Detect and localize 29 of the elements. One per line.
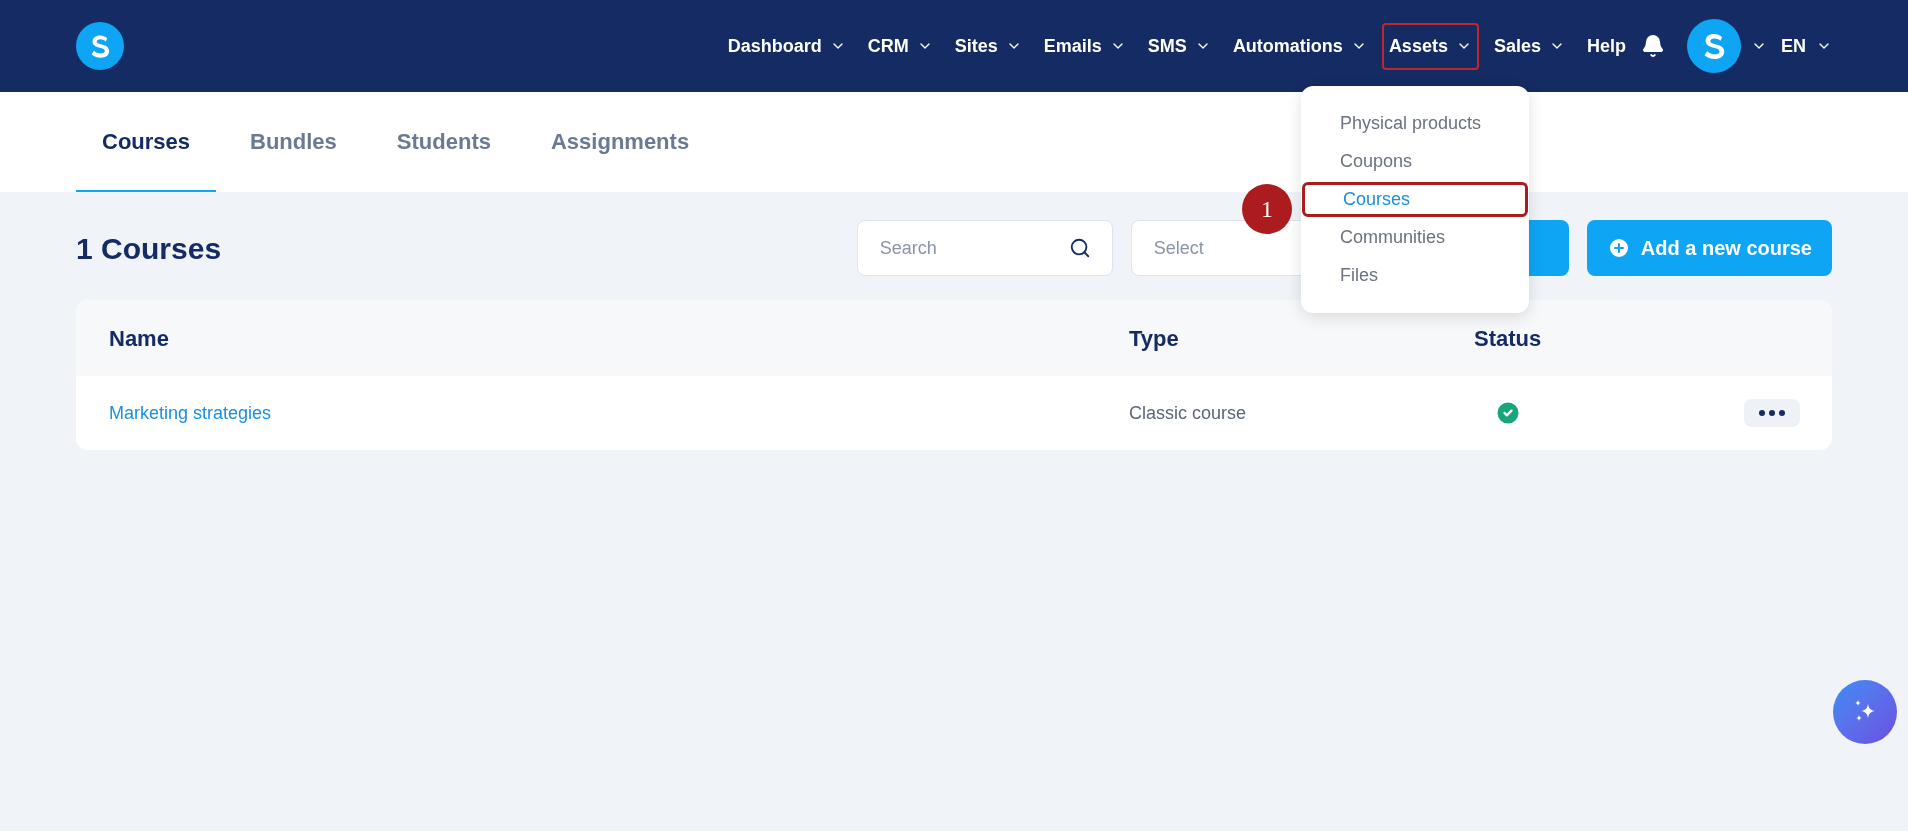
course-link[interactable]: Marketing strategies [109,399,1129,427]
nav-menu-item[interactable]: Assets [1381,22,1479,70]
more-options-button[interactable] [1744,399,1800,427]
nav-menu-item[interactable]: Help [1579,22,1633,70]
tab[interactable]: Courses [76,92,217,192]
nav-menu-item[interactable]: Sales [1486,22,1572,70]
language-selector[interactable]: EN [1781,32,1832,60]
nav-menu-item[interactable]: Automations [1225,22,1374,70]
dropdown-item[interactable]: Coupons [1302,144,1528,179]
page-heading: 1 Courses [76,230,222,267]
tab[interactable]: Assignments [524,92,716,192]
search-field[interactable]: Search [856,220,1113,276]
tab[interactable]: Bundles [224,92,363,192]
nav-menu-item[interactable]: Emails [1036,22,1133,70]
dropdown-item[interactable]: Courses [1302,182,1528,217]
column-header: Type [1129,324,1180,353]
table-cell-text: Classic course [1129,401,1248,425]
nav-menu-item[interactable]: Sites [947,22,1029,70]
column-header: Status [1474,324,1543,353]
nav-menu-item[interactable]: SMS [1140,22,1218,70]
notification-bell-icon[interactable] [1641,34,1665,58]
tab[interactable]: Students [370,92,517,192]
logo-icon [76,22,124,70]
nav-menu-item[interactable]: Dashboard [720,22,853,70]
search-icon[interactable] [1068,237,1091,259]
nav-menu-item[interactable]: CRM [860,22,940,70]
column-header: Name [109,324,170,353]
dropdown-item[interactable]: Physical products [1302,106,1528,141]
avatar-icon [1687,19,1741,73]
